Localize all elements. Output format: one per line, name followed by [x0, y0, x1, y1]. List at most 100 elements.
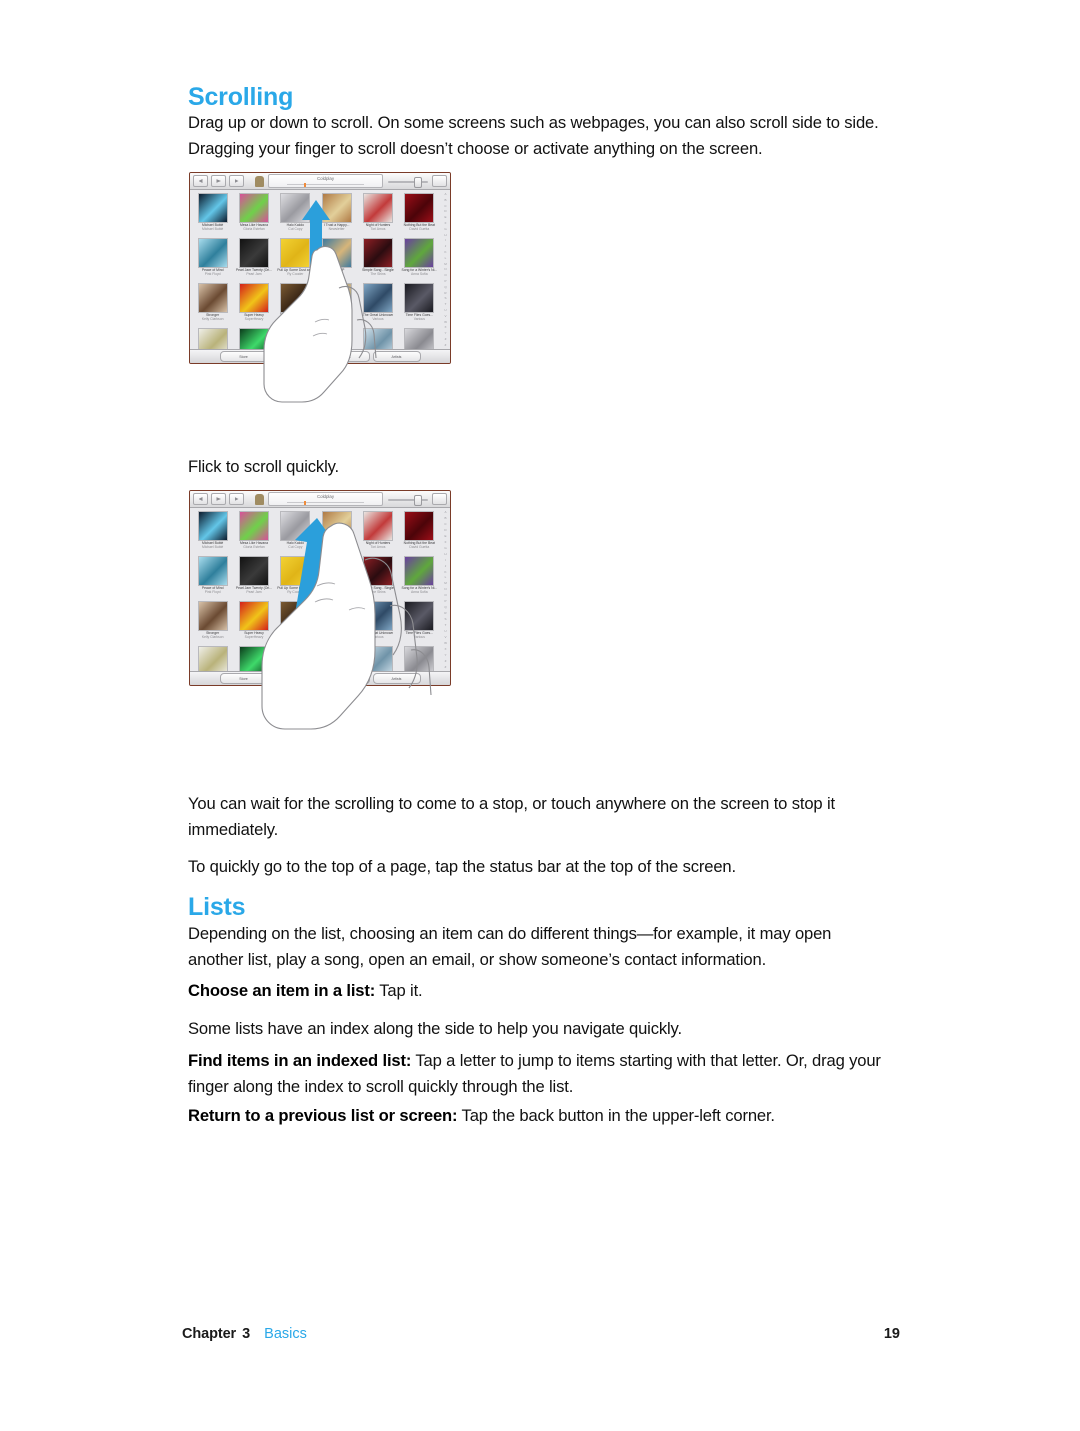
- index-letter[interactable]: D: [444, 210, 446, 213]
- album-tile[interactable]: Nothing But the Beat David Guetta: [400, 511, 439, 554]
- bottom-tab-bar-2[interactable]: Store Playlists Songs Artists: [190, 671, 450, 685]
- album-tile[interactable]: I Trust a Happy... Newsletter: [317, 511, 356, 554]
- album-tile[interactable]: GeniusVarious: [400, 328, 439, 349]
- album-tile[interactable]: Nothing But the Beat David Guetta: [400, 193, 439, 236]
- album-tile[interactable]: SongsVarious: [276, 646, 315, 672]
- index-letter[interactable]: A: [444, 193, 446, 196]
- album-tile[interactable]: Simple Song - Single The Shins: [358, 556, 397, 599]
- index-letter[interactable]: K: [444, 570, 446, 574]
- album-tile[interactable]: Halo Kalolo Cut Copy: [276, 511, 315, 554]
- album-tile[interactable]: Night - EP Various: [317, 556, 356, 599]
- album-tile[interactable]: Take Care (Deluxe... Drake: [276, 601, 315, 644]
- album-tile[interactable]: Halo Kalolo Cut Copy: [276, 193, 315, 236]
- album-tile[interactable]: Super Heavy SuperHeavy: [234, 601, 273, 644]
- album-tile[interactable]: Take That Hair Rihanna: [317, 283, 356, 326]
- album-tile[interactable]: The Great Unknown Various: [358, 601, 397, 644]
- tab-artists[interactable]: Artists: [372, 351, 421, 362]
- now-playing-display[interactable]: Coldplay: [268, 174, 383, 188]
- index-letter[interactable]: P: [444, 600, 446, 603]
- next-track-button[interactable]: [229, 175, 244, 187]
- index-letter[interactable]: M: [444, 582, 447, 585]
- album-tile[interactable]: Peace of Mind Pink Floyd: [193, 238, 232, 281]
- album-tile[interactable]: Night of Hunters Tori Amos: [358, 193, 397, 236]
- index-letter[interactable]: F: [445, 221, 447, 225]
- index-letter[interactable]: #: [445, 343, 447, 347]
- album-tile[interactable]: DriveVarious: [193, 328, 232, 349]
- album-tile[interactable]: Pearl Jam Twenty (Ori... Pearl Jam: [234, 238, 273, 281]
- index-letter[interactable]: O: [444, 594, 446, 597]
- index-letter[interactable]: B: [444, 198, 446, 202]
- index-letter[interactable]: W: [444, 641, 447, 645]
- index-letter[interactable]: O: [444, 274, 446, 277]
- footer-chapter-name[interactable]: Basics: [264, 1326, 307, 1342]
- album-tile[interactable]: Stronger Kelly Clarkson: [193, 283, 232, 326]
- tab-artists[interactable]: Artists: [372, 673, 421, 684]
- index-letter[interactable]: Y: [444, 332, 446, 335]
- album-tile[interactable]: The Great Unknown Various: [358, 283, 397, 326]
- bottom-tab-bar-1[interactable]: Store Playlists Songs Artists: [190, 349, 450, 363]
- index-letter[interactable]: N: [444, 268, 446, 271]
- alphabet-index-strip-1[interactable]: A B C D E F G H I J K L M N O P Q R S T U V W X Y Z #: [443, 193, 448, 347]
- album-tile[interactable]: Super Heavy SuperHeavy: [234, 283, 273, 326]
- index-letter[interactable]: T: [445, 303, 447, 306]
- index-letter[interactable]: G: [444, 227, 446, 231]
- album-tile[interactable]: PlaylistsVarious: [234, 328, 273, 349]
- index-letter[interactable]: T: [445, 624, 447, 627]
- tab-store[interactable]: Store: [219, 351, 268, 362]
- album-tile[interactable]: Song for a Winter's Ni... Anna Sofia: [400, 556, 439, 599]
- index-letter[interactable]: H: [444, 233, 446, 237]
- album-tile[interactable]: MoreVarious: [358, 646, 397, 672]
- view-mode-button-2[interactable]: [432, 493, 447, 505]
- volume-slider-knob[interactable]: [414, 176, 422, 188]
- index-letter[interactable]: X: [444, 326, 446, 329]
- index-letter[interactable]: H: [444, 552, 446, 556]
- scrubber-track-2[interactable]: [287, 500, 364, 505]
- album-tile[interactable]: Mesa Like Havana Gloria Estefan: [234, 193, 273, 236]
- index-letter[interactable]: Q: [444, 606, 446, 609]
- index-letter[interactable]: V: [444, 314, 446, 318]
- album-tile[interactable]: Pull Up Some Dust an... Ry Cooder: [276, 238, 315, 281]
- index-letter[interactable]: Z: [445, 337, 447, 341]
- album-tile[interactable]: Time Flies Goes... Various: [400, 601, 439, 644]
- album-tile[interactable]: Pearl Jam Twenty (Ori... Pearl Jam: [234, 556, 273, 599]
- index-letter[interactable]: I: [445, 239, 446, 242]
- tab-playlists[interactable]: Playlists: [270, 351, 319, 362]
- previous-track-button[interactable]: [193, 175, 208, 187]
- index-letter[interactable]: F: [445, 540, 447, 544]
- album-tile[interactable]: Mesa Like Havana Gloria Estefan: [234, 511, 273, 554]
- album-tile[interactable]: Time Flies Goes... Various: [400, 283, 439, 326]
- volume-slider-2[interactable]: [388, 494, 428, 506]
- album-tile[interactable]: GeniusVarious: [400, 646, 439, 672]
- album-tile[interactable]: Song for a Winter's Ni... Anna Sofia: [400, 238, 439, 281]
- album-tile[interactable]: PlaylistsVarious: [234, 646, 273, 672]
- album-grid-1[interactable]: Michael Bublé Michael Bublé Mesa Like Hava…: [190, 190, 441, 349]
- tab-playlists[interactable]: Playlists: [270, 673, 319, 684]
- album-tile[interactable]: ArtistsVarious: [317, 646, 356, 672]
- tab-songs[interactable]: Songs: [321, 673, 370, 684]
- index-letter[interactable]: X: [444, 647, 446, 651]
- index-letter[interactable]: C: [444, 522, 446, 526]
- album-tile[interactable]: Michael Bublé Michael Bublé: [193, 511, 232, 554]
- index-letter[interactable]: A: [444, 511, 446, 514]
- index-letter[interactable]: S: [444, 297, 446, 300]
- album-grid-2[interactable]: Michael Bublé Michael Bublé Mesa Like Hava…: [190, 508, 441, 672]
- index-letter[interactable]: Z: [445, 659, 447, 663]
- album-tile[interactable]: I Trust a Happy... Newsletter: [317, 193, 356, 236]
- index-letter[interactable]: #: [445, 665, 447, 669]
- album-tile[interactable]: Simple Song - Single The Shins: [358, 238, 397, 281]
- tab-songs[interactable]: Songs: [321, 351, 370, 362]
- index-letter[interactable]: W: [444, 320, 447, 324]
- index-letter[interactable]: L: [445, 256, 447, 260]
- album-tile[interactable]: ArtistsVarious: [317, 328, 356, 349]
- index-letter[interactable]: D: [444, 528, 446, 532]
- volume-slider-knob-2[interactable]: [414, 494, 422, 506]
- index-letter[interactable]: C: [444, 204, 446, 208]
- tab-store[interactable]: Store: [219, 673, 268, 684]
- view-mode-button[interactable]: [432, 175, 447, 187]
- index-letter[interactable]: P: [444, 279, 446, 283]
- volume-slider[interactable]: [388, 176, 428, 188]
- index-letter[interactable]: E: [444, 534, 446, 538]
- scrubber-knob-2[interactable]: [303, 500, 306, 505]
- album-tile[interactable]: Take That Hair Rihanna: [317, 601, 356, 644]
- index-letter[interactable]: K: [444, 250, 446, 254]
